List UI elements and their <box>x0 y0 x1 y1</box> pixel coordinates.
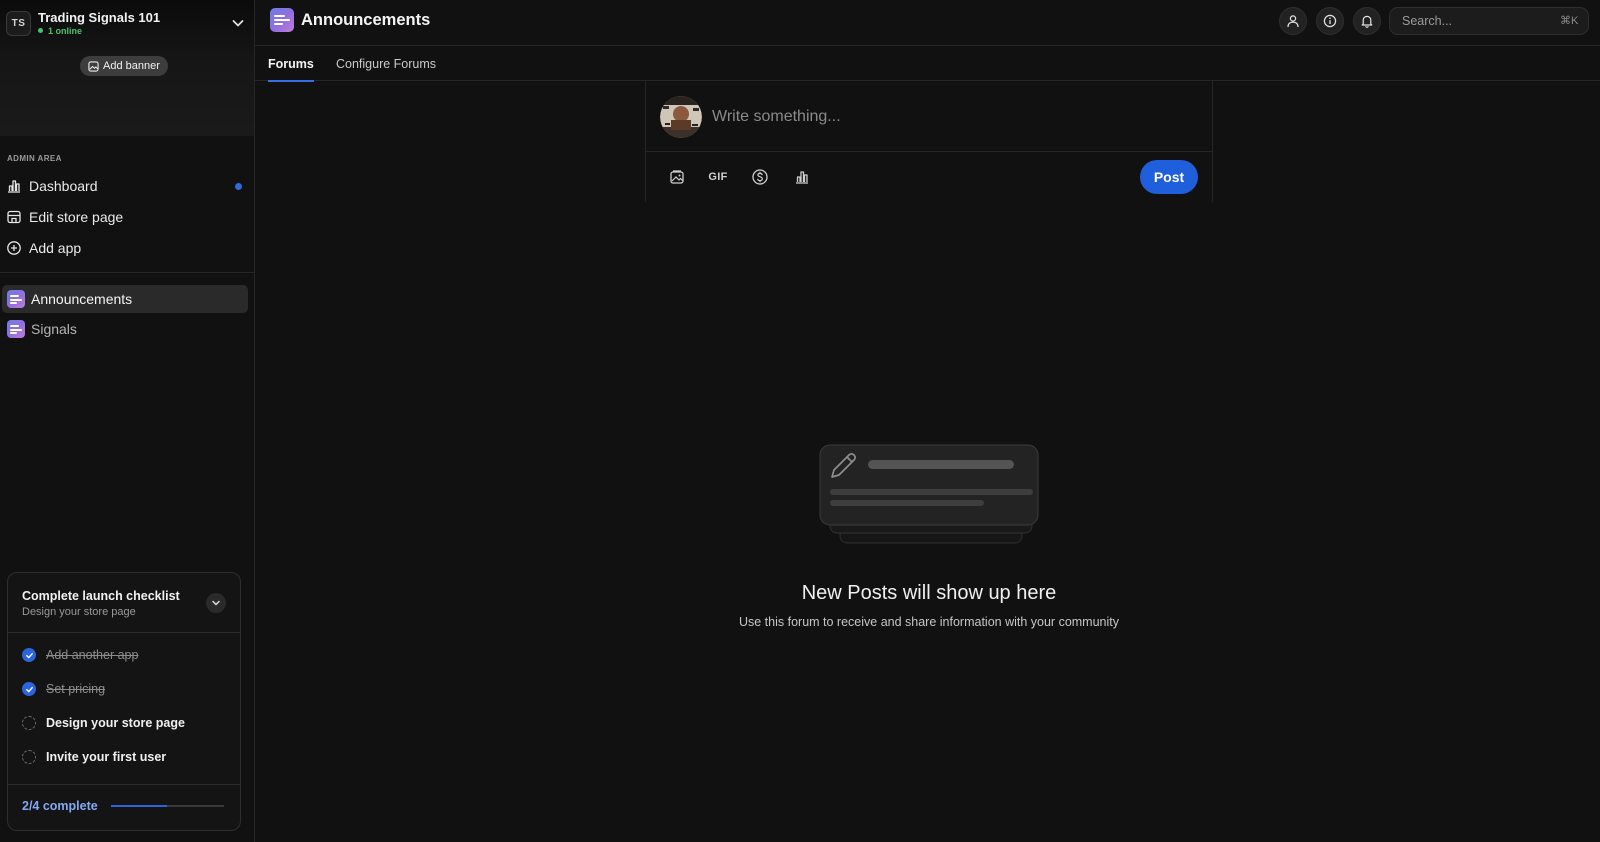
signals-app-icon <box>7 320 25 338</box>
checklist-item[interactable]: Design your store page <box>22 713 227 733</box>
sidebar-divider <box>0 272 254 273</box>
composer-input-row <box>646 81 1212 152</box>
page-title: Announcements <box>301 11 431 29</box>
search-shortcut: ⌘K <box>1560 15 1579 27</box>
admin-area-label: ADMIN AREA <box>7 154 62 163</box>
search-input[interactable] <box>1389 7 1589 35</box>
avatar[interactable] <box>660 96 702 138</box>
tab-label: Forums <box>268 56 314 71</box>
sidebar-item-label: Signals <box>31 321 77 337</box>
online-dot <box>38 28 43 33</box>
attach-image-button[interactable] <box>666 167 688 187</box>
add-banner-button[interactable]: Add banner <box>80 56 168 76</box>
checklist-header: Complete launch checklist Design your st… <box>22 589 212 618</box>
check-circle-icon <box>22 682 36 696</box>
sidebar-item-dashboard[interactable]: Dashboard <box>6 172 248 200</box>
checklist-subtitle: Design your store page <box>22 606 136 618</box>
checklist-item[interactable]: Add another app <box>22 645 227 665</box>
sidebar-item-signals[interactable]: Signals <box>2 315 248 343</box>
tab-forums[interactable]: Forums <box>268 46 314 82</box>
sidebar-item-label: Announcements <box>31 291 133 307</box>
info-icon <box>1323 14 1337 28</box>
checklist-title: Complete launch checklist <box>22 589 180 603</box>
add-banner-label: Add banner <box>103 60 160 72</box>
announcements-app-icon <box>7 290 25 308</box>
chevron-down-icon <box>210 597 222 609</box>
sidebar: TS Trading Signals 101 1 online Add bann… <box>0 0 255 842</box>
sidebar-item-label: Dashboard <box>29 178 98 194</box>
bar-chart-icon <box>6 178 22 194</box>
tab-configure-forums[interactable]: Configure Forums <box>336 46 436 81</box>
sidebar-item-add-app[interactable]: Add app <box>6 234 248 262</box>
notification-dot <box>235 182 242 190</box>
gif-button[interactable]: GIF <box>707 167 729 187</box>
online-count: 1 online <box>48 25 83 36</box>
workspace-switcher[interactable]: TS Trading Signals 101 1 online <box>6 8 246 38</box>
check-circle-icon <box>22 648 36 662</box>
checklist-divider <box>8 632 240 633</box>
notifications-button[interactable] <box>1353 7 1381 35</box>
image-icon <box>668 168 686 186</box>
profile-button[interactable] <box>1279 7 1307 35</box>
checklist-item-label: Invite your first user <box>46 750 167 764</box>
plus-circle-icon <box>6 240 22 256</box>
dollar-circle-icon <box>751 168 769 186</box>
checklist-item[interactable]: Invite your first user <box>22 747 227 767</box>
poll-button[interactable] <box>791 167 813 187</box>
tab-label: Configure Forums <box>336 56 437 71</box>
chevron-down-icon[interactable] <box>230 15 246 31</box>
forum-tabs: Forums Configure Forums <box>255 46 1600 82</box>
post-composer: GIF Post <box>645 81 1213 202</box>
progress-bar <box>110 805 224 807</box>
progress-bar-fill <box>110 805 168 807</box>
empty-circle-icon <box>22 716 36 730</box>
checklist-collapse-button[interactable] <box>206 593 226 613</box>
checklist-item-label: Design your store page <box>46 716 185 730</box>
sidebar-item-announcements[interactable]: Announcements <box>2 285 248 313</box>
user-icon <box>1286 14 1300 28</box>
top-bar: Announcements ⌘K <box>255 0 1600 46</box>
sidebar-item-label: Edit store page <box>29 209 124 225</box>
launch-checklist: Complete launch checklist Design your st… <box>7 572 241 831</box>
workspace-info: Trading Signals 101 1 online <box>38 10 230 37</box>
gif-label: GIF <box>708 171 728 183</box>
bar-chart-icon <box>793 168 811 186</box>
checklist-item[interactable]: Set pricing <box>22 679 227 699</box>
checklist-item-label: Set pricing <box>46 682 106 696</box>
image-icon <box>88 60 99 72</box>
workspace-name: Trading Signals 101 <box>38 9 161 25</box>
online-status: 1 online <box>38 25 230 37</box>
bell-icon <box>1360 14 1374 28</box>
sidebar-item-edit-store-page[interactable]: Edit store page <box>6 203 248 231</box>
checklist-divider <box>8 784 240 785</box>
empty-state-title: New Posts will show up here <box>801 582 1057 604</box>
empty-state-subtitle: Use this forum to receive and share info… <box>738 615 1120 629</box>
progress-label: 2/4 complete <box>22 799 98 813</box>
post-button[interactable]: Post <box>1140 160 1198 194</box>
post-composer-input[interactable] <box>712 105 1192 129</box>
store-icon <box>6 209 22 225</box>
paywall-button[interactable] <box>749 167 771 187</box>
sidebar-item-label: Add app <box>29 240 82 256</box>
checklist-item-label: Add another app <box>46 648 139 662</box>
announcements-app-icon <box>270 8 294 32</box>
empty-circle-icon <box>22 750 36 764</box>
info-button[interactable] <box>1316 7 1344 35</box>
empty-state-illustration <box>818 443 1040 549</box>
workspace-avatar: TS <box>6 10 31 36</box>
checklist-progress: 2/4 complete <box>22 799 224 813</box>
